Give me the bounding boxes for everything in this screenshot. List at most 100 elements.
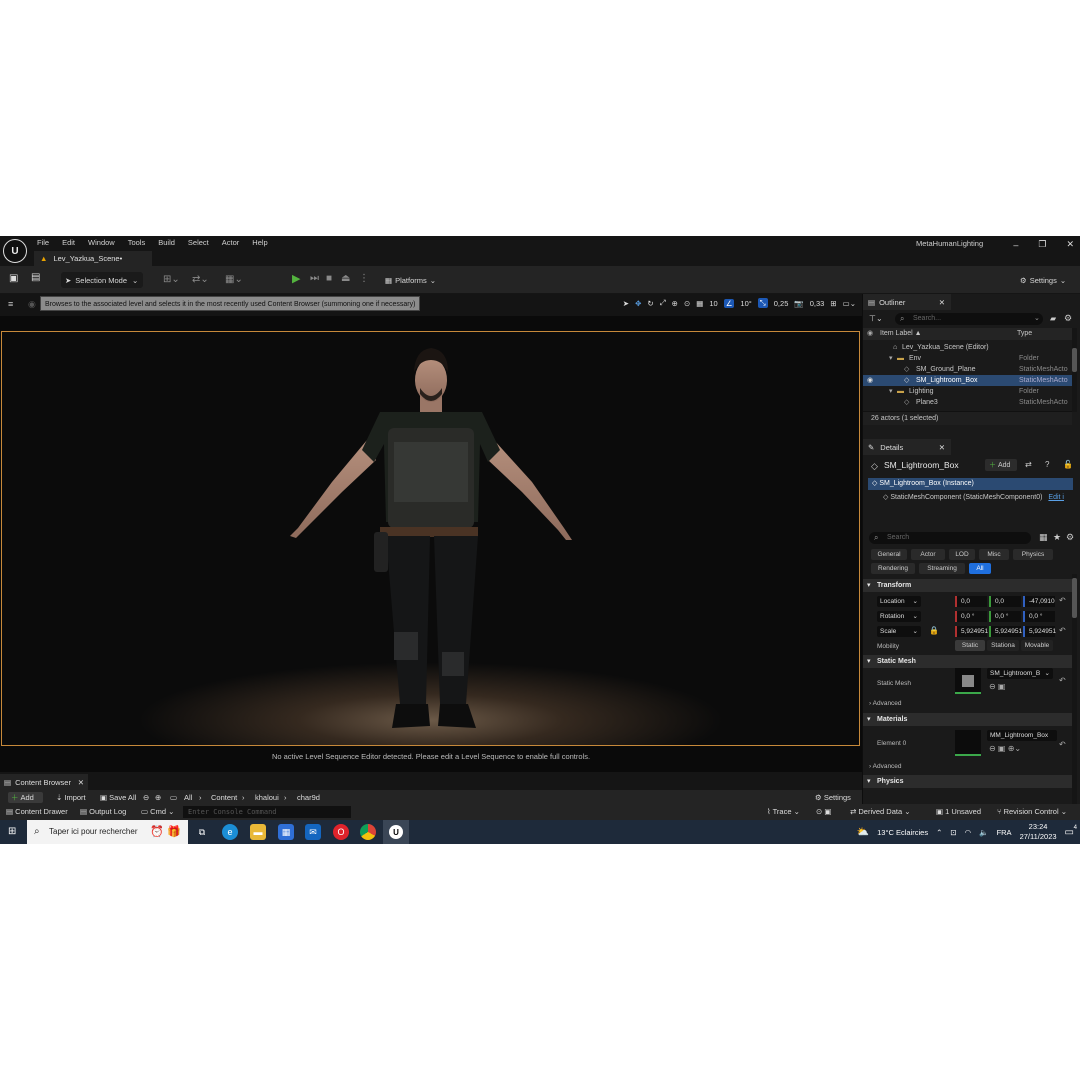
outliner-row-env[interactable]: ▾ ▬ Env Folder: [863, 353, 1072, 364]
advanced-expander[interactable]: › Advanced: [869, 763, 902, 770]
unreal-taskbar-icon[interactable]: U: [383, 820, 409, 844]
mobility-movable[interactable]: Movable: [1021, 640, 1053, 651]
instance-row[interactable]: ◇ SM_Lightroom_Box (Instance): [868, 478, 1073, 490]
grid-snap-icon[interactable]: ▦: [696, 299, 703, 308]
rotation-x-input[interactable]: 0,0 °: [955, 611, 987, 622]
details-search-input[interactable]: Search: [869, 532, 1031, 544]
cinematics-icon[interactable]: ▦⌄: [225, 274, 243, 285]
tab-details[interactable]: ✎ Details ✕: [863, 439, 951, 455]
help-icon[interactable]: ?: [1045, 460, 1049, 469]
camera-speed-value[interactable]: 0,33: [810, 299, 825, 308]
taskbar-search-box[interactable]: ⌕ Taper ici pour rechercher ⏰ 🎁: [27, 820, 188, 844]
save-all-button[interactable]: ▣ Save All: [100, 793, 136, 802]
forward-icon[interactable]: ⊕: [155, 793, 161, 802]
back-icon[interactable]: ⊖: [143, 793, 149, 802]
static-mesh-picker[interactable]: SM_Lightroom_B ⌄: [987, 668, 1053, 679]
rotation-snap-icon[interactable]: ∠: [723, 298, 735, 308]
rotation-dropdown[interactable]: Rotation ⌄: [877, 611, 921, 622]
scale-y-input[interactable]: 5,924951: [989, 626, 1022, 637]
add-actor-icon[interactable]: ⊞⌄: [163, 274, 180, 285]
reset-icon[interactable]: ↶: [1059, 596, 1066, 605]
selection-mode-dropdown[interactable]: ➤ Selection Mode ⌄: [61, 272, 143, 288]
use-selected-icon[interactable]: ⊖ ▣: [989, 682, 1005, 691]
filter-icon[interactable]: ⊤⌄: [869, 314, 883, 323]
filter-actor[interactable]: Actor: [911, 549, 945, 560]
stop-icon[interactable]: ■: [326, 273, 332, 284]
chevron-down-icon[interactable]: ⌄: [1034, 314, 1040, 322]
filter-misc[interactable]: Misc: [979, 549, 1009, 560]
scale-snap-icon[interactable]: ⤡: [757, 298, 768, 308]
blueprint-icon[interactable]: ⇄: [1025, 460, 1032, 469]
close-icon[interactable]: ✕: [939, 443, 945, 452]
outliner-row-lighting[interactable]: ▾ ▬ Lighting Folder: [863, 386, 1072, 397]
reset-icon[interactable]: ↶: [1059, 626, 1066, 635]
minimize-icon[interactable]: –: [1013, 240, 1018, 250]
layout-icon[interactable]: ⊞: [830, 299, 836, 308]
scale-icon[interactable]: ⤢: [660, 298, 666, 308]
trace-dropdown[interactable]: ⌇ Trace ⌄: [767, 807, 800, 816]
lock-icon[interactable]: 🔓: [1063, 460, 1073, 469]
rotation-z-input[interactable]: 0,0 °: [1023, 611, 1055, 622]
star-icon[interactable]: ★: [1053, 532, 1061, 543]
save-icon[interactable]: ▣: [9, 273, 18, 284]
new-folder-icon[interactable]: ▰: [1050, 314, 1056, 323]
gear-icon[interactable]: ⚙: [1066, 532, 1074, 543]
location-z-input[interactable]: -47,0910: [1023, 596, 1055, 607]
browse-icon[interactable]: ▤: [31, 272, 40, 283]
store-icon[interactable]: ▦: [278, 824, 294, 840]
output-log-button[interactable]: ▤ Output Log: [80, 807, 126, 816]
outliner-row-ground-plane[interactable]: ◇ SM_Ground_Plane StaticMeshActo: [863, 364, 1072, 375]
filter-lod[interactable]: LOD: [949, 549, 975, 560]
gear-icon[interactable]: ⚙: [1064, 313, 1072, 324]
mobility-stationary[interactable]: Stationa: [987, 640, 1019, 651]
static-mesh-thumbnail[interactable]: [955, 668, 981, 694]
file-explorer-icon[interactable]: ▬: [250, 824, 266, 840]
menu-window[interactable]: Window: [88, 238, 115, 247]
maximize-icon[interactable]: ❐: [1038, 239, 1046, 250]
network-icon[interactable]: ⊡: [950, 828, 956, 837]
component-row[interactable]: ◇ StaticMeshComponent (StaticMeshCompone…: [883, 492, 1077, 503]
unreal-logo-icon[interactable]: U: [3, 239, 27, 263]
location-x-input[interactable]: 0,0: [955, 596, 987, 607]
step-icon[interactable]: ⏭: [310, 273, 319, 284]
hamburger-icon[interactable]: ≡: [8, 299, 13, 309]
live-coding-icon[interactable]: ⊙ ▣: [816, 807, 831, 816]
console-input[interactable]: Enter Console Command: [183, 806, 351, 818]
scale-snap-value[interactable]: 0,25: [774, 299, 789, 308]
surface-snap-icon[interactable]: ⊙: [684, 299, 690, 308]
menu-file[interactable]: File: [37, 238, 49, 247]
chrome-icon[interactable]: [360, 824, 376, 840]
grid-snap-value[interactable]: 10: [709, 299, 717, 308]
language-indicator[interactable]: FRA: [997, 828, 1012, 837]
outliner-row-plane3[interactable]: ◇ Plane3 StaticMeshActo: [863, 397, 1072, 408]
import-button[interactable]: ⇣ Import: [56, 793, 86, 802]
platforms-dropdown[interactable]: ▦ Platforms ⌄: [385, 272, 441, 288]
reset-icon[interactable]: ↶: [1059, 676, 1066, 685]
filter-rendering[interactable]: Rendering: [871, 563, 915, 574]
type-column[interactable]: Type: [1017, 328, 1032, 340]
world-icon[interactable]: ⊕: [672, 299, 678, 308]
scene-render[interactable]: [1, 331, 860, 746]
translate-icon[interactable]: ✥: [635, 299, 641, 308]
blueprint-icon[interactable]: ⇄⌄: [192, 274, 209, 285]
outliner-search-input[interactable]: Search...: [895, 313, 1043, 325]
add-button[interactable]: ＋ Add: [8, 792, 43, 803]
materials-section[interactable]: ▾ Materials: [863, 713, 1073, 726]
visibility-icon[interactable]: ◉: [867, 375, 873, 386]
camera-speed-icon[interactable]: 📷: [794, 299, 803, 308]
more-options-icon[interactable]: ⋮: [359, 273, 369, 284]
rotation-snap-value[interactable]: 10°: [740, 299, 751, 308]
task-view-icon[interactable]: ⧉: [194, 824, 210, 840]
close-icon[interactable]: ✕: [1066, 239, 1074, 250]
transform-section[interactable]: ▾ Transform: [863, 579, 1073, 592]
outliner-row-level[interactable]: ⌂ Lev_Yazkua_Scene (Editor): [863, 342, 1072, 353]
location-y-input[interactable]: 0,0: [989, 596, 1021, 607]
path-khaloui[interactable]: khaloui: [255, 793, 279, 802]
unsaved-button[interactable]: ▣ 1 Unsaved: [936, 807, 981, 816]
weather-icon[interactable]: ⛅: [857, 827, 869, 838]
windows-start-icon[interactable]: ⊞: [8, 826, 16, 837]
folder-icon[interactable]: ▭: [170, 793, 177, 802]
menu-edit[interactable]: Edit: [62, 238, 75, 247]
edge-icon[interactable]: e: [222, 824, 238, 840]
visibility-icon[interactable]: ◉: [867, 328, 873, 340]
